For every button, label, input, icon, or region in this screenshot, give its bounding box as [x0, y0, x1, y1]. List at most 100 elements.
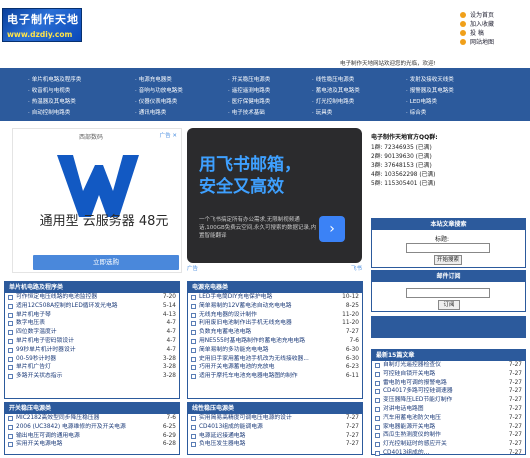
list-item[interactable]: 2006 (UC3842) 电源维修的开及开关电源 6-25	[5, 423, 179, 432]
list-item[interactable]: 简单易制的12V蓄电池自动充电电路 8-25	[188, 302, 362, 311]
list-item[interactable]: 实用简易高精度可调电压电源的设计 7-27	[188, 414, 362, 423]
panel-title[interactable]: 最新15篇文章	[372, 350, 525, 361]
nav-category-link[interactable]: 蓄电池及其电路类	[312, 86, 360, 94]
list-item[interactable]: 多路开关状态指示 3-28	[5, 372, 179, 381]
arrow-right-icon[interactable]: ›	[319, 216, 345, 242]
ad-westdigital[interactable]: 西部数码 广告 ✕ 通用型 云服务器 48元 立即选购	[12, 128, 182, 273]
nav-category-link[interactable]: 灯光控制电路类	[312, 97, 355, 105]
article-link[interactable]: 实用开关电源电路	[16, 441, 62, 447]
ad-feishu[interactable]: 用飞书邮箱， 安全又高效 一个飞书搞定所有办公需求,无限制视频通话,100GB免…	[187, 128, 362, 263]
list-item[interactable]: 变压器降压LED节能灯制作 7-27	[372, 396, 525, 405]
list-item[interactable]: 实用开关电源电路 6-28	[5, 440, 179, 449]
list-item[interactable]: 四位数字温度计 4-7	[5, 328, 179, 337]
nav-category-link[interactable]: 玩具类	[312, 108, 333, 116]
list-item[interactable]: 单片机电子密码锁设计 4-7	[5, 337, 179, 346]
article-link[interactable]: 2006 (UC3842) 电源维修的开及开关电源	[16, 424, 126, 430]
list-item[interactable]: 00-59秒计时器 3-28	[5, 355, 179, 364]
article-link[interactable]: 负电压发生器电路	[199, 441, 245, 447]
article-link[interactable]: 家电器能源开关电路	[383, 424, 435, 430]
article-link[interactable]: 适用于摩托车电池充电器电路图的制作	[199, 373, 298, 379]
nav-category-link[interactable]: 线性稳压电源类	[312, 75, 355, 83]
list-item[interactable]: CD4017多路可控硅调速器 7-27	[372, 387, 525, 396]
article-link[interactable]: 用NE555时基电路制作的蓄电池充电电路	[199, 338, 305, 344]
article-link[interactable]: 史用旧手家用蓄电池手机改为无线接收器...	[199, 356, 309, 362]
nav-category-link[interactable]: 开关稳压电源类	[228, 75, 271, 83]
list-item[interactable]: 可控硅自锁开关电路 7-27	[372, 370, 525, 379]
list-item[interactable]: 对讲电话电路图 7-27	[372, 405, 525, 414]
article-link[interactable]: 利用废旧电池制作出手机无线充电器	[199, 320, 292, 326]
email-field[interactable]	[406, 288, 490, 298]
nav-category-link[interactable]: 报警器及其电路类	[406, 86, 454, 94]
article-link[interactable]: 无线充电器的设计制作	[199, 312, 257, 318]
list-item[interactable]: 家电器能源开关电路 7-27	[372, 423, 525, 432]
list-item[interactable]: 电源延迟接通电路 7-27	[188, 432, 362, 441]
list-item[interactable]: 负数充电蓄电池电路 7-27	[188, 328, 362, 337]
ad-close-icon[interactable]: 广告 ✕	[160, 131, 177, 139]
article-link[interactable]: 数字电压表	[16, 320, 45, 326]
list-item[interactable]: 单片机广告灯 3-28	[5, 363, 179, 372]
list-item[interactable]: 汽车用蓄电池防欠电压 7-27	[372, 414, 525, 423]
article-link[interactable]: LED手电筒DIY充电保护电路	[199, 294, 272, 300]
nav-category-link[interactable]: 热温器及其电路类	[28, 97, 76, 105]
list-item[interactable]: CD4013组成的... 7-27	[372, 449, 525, 458]
article-link[interactable]: 单片机广告灯	[16, 364, 51, 370]
nav-category-link[interactable]: 遥控遥测电路类	[228, 86, 271, 94]
article-link[interactable]: CD4013组成的能调电源	[199, 424, 263, 430]
article-link[interactable]: 负数充电蓄电池电路	[199, 329, 251, 335]
list-item[interactable]: 输出电压可调的通用电源 6-29	[5, 432, 179, 441]
list-item[interactable]: 负电压发生器电路 7-27	[188, 440, 362, 449]
article-link[interactable]: 电源延迟接通电路	[199, 433, 245, 439]
list-item[interactable]: CD4013组成的能调电源 7-27	[188, 423, 362, 432]
article-link[interactable]: 四位数字温度计	[16, 329, 57, 335]
nav-category-link[interactable]: 仪器仪表电路类	[135, 97, 178, 105]
list-item[interactable]: 99秒单片机计时器设计 4-7	[5, 346, 179, 355]
nav-category-link[interactable]: 自动控制电路类	[28, 108, 71, 116]
panel-title[interactable]: 线性稳压电源类	[188, 403, 362, 414]
search-input[interactable]	[406, 243, 490, 253]
article-link[interactable]: 可控硅自锁开关电路	[383, 371, 435, 377]
list-item[interactable]: LED手电筒DIY充电保护电路 10-12	[188, 293, 362, 302]
article-link[interactable]: CD4013组成的...	[383, 450, 429, 456]
subscribe-button[interactable]: 订阅	[438, 300, 460, 310]
nav-category-link[interactable]: 单片机电路及程序类	[28, 75, 82, 83]
nav-category-link[interactable]: 通讯电路类	[135, 108, 167, 116]
nav-category-link[interactable]: 医疗保健电路类	[228, 97, 271, 105]
article-link[interactable]: 多路开关状态指示	[16, 373, 62, 379]
article-link[interactable]: 简单易制的多功能充电电路	[199, 347, 269, 353]
nav-category-link[interactable]: 综合类	[406, 108, 427, 116]
article-link[interactable]: CD4017多路可控硅调速器	[383, 388, 453, 394]
list-item[interactable]: 简单易制的多功能充电电路 6-30	[188, 346, 362, 355]
article-link[interactable]: 简单易制的12V蓄电池自动充电电路	[199, 303, 292, 309]
list-item[interactable]: MIC2182高效型同步降压稳压器 7-6	[5, 414, 179, 423]
article-link[interactable]: 输出电压可调的通用电源	[16, 433, 80, 439]
list-item[interactable]: 自制灯光遥控器检查仪 7-27	[372, 361, 525, 370]
article-link[interactable]: 实用简易高精度可调电压电源的设计	[199, 415, 292, 421]
article-link[interactable]: 变压器降压LED节能灯制作	[383, 397, 452, 403]
article-link[interactable]: 适用12C508A控制的LED循环发光电路	[16, 303, 118, 309]
nav-category-link[interactable]: 电源充电器类	[135, 75, 172, 83]
article-link[interactable]: MIC2182高效型同步降压稳压器	[16, 415, 99, 421]
article-link[interactable]: 00-59秒计时器	[16, 356, 56, 362]
sitemap-link[interactable]: 网站地图	[460, 37, 528, 46]
list-item[interactable]: 利用废旧电池制作出手机无线充电器 11-20	[188, 319, 362, 328]
list-item[interactable]: 雷电防电可调的报警电路 7-27	[372, 379, 525, 388]
search-button[interactable]: 开始搜索	[434, 255, 462, 265]
list-item[interactable]: 可作恒定电压线路的电池监控器 7-20	[5, 293, 179, 302]
article-link[interactable]: 灯光控制延时的感应开关	[383, 441, 447, 447]
list-item[interactable]: 用NE555时基电路制作的蓄电池充电电路 7-6	[188, 337, 362, 346]
list-item[interactable]: 西瓜生熟测度仪的制作 7-27	[372, 431, 525, 440]
list-item[interactable]: 巧用开关电源蓄电池的充放电 6-23	[188, 363, 362, 372]
article-link[interactable]: 汽车用蓄电池防欠电压	[383, 415, 441, 421]
set-homepage-link[interactable]: 设为首页	[460, 10, 528, 19]
nav-category-link[interactable]: 音响与功放电路类	[135, 86, 183, 94]
list-item[interactable]: 灯光控制延时的感应开关 7-27	[372, 440, 525, 449]
list-item[interactable]: 数字电压表 4-7	[5, 319, 179, 328]
submit-article-link[interactable]: 投 稿	[460, 28, 528, 37]
nav-category-link[interactable]: LED电路类	[406, 97, 437, 105]
article-link[interactable]: 可作恒定电压线路的电池监控器	[16, 294, 97, 300]
site-logo[interactable]: 电子制作天地 www.dzdiy.com	[2, 8, 82, 42]
article-link[interactable]: 单片机电子琴	[16, 312, 51, 318]
nav-category-link[interactable]: 电子技术基础	[228, 108, 265, 116]
list-item[interactable]: 史用旧手家用蓄电池手机改为无线接收器... 6-30	[188, 355, 362, 364]
panel-title[interactable]: 单片机电路及程序类	[5, 282, 179, 293]
